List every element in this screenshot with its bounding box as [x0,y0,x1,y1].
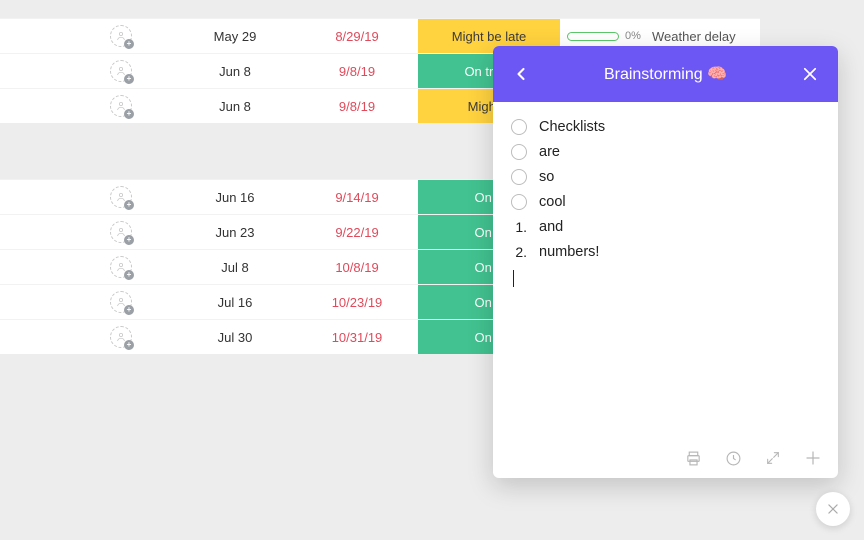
checklist-text: so [539,169,554,185]
assignee-cell[interactable]: + [0,221,174,243]
assignee-cell[interactable]: + [0,95,174,117]
checkbox-icon[interactable] [511,194,527,210]
due-date-cell[interactable]: 9/14/19 [296,190,418,205]
checklist-item[interactable]: are [511,139,820,164]
add-icon[interactable] [804,449,822,467]
assignee-placeholder-icon[interactable]: + [110,25,132,47]
numbered-text: and [539,219,563,235]
due-date-cell[interactable]: 9/8/19 [296,99,418,114]
checklist-item[interactable]: so [511,164,820,189]
due-date-cell[interactable]: 9/22/19 [296,225,418,240]
plus-badge-icon: + [124,109,134,119]
brainstorming-panel: Brainstorming 🧠 Checklists are so cool 1. and… [493,46,838,478]
plus-badge-icon: + [124,305,134,315]
checkbox-icon[interactable] [511,169,527,185]
checkbox-icon[interactable] [511,119,527,135]
close-panel-button[interactable] [796,60,824,88]
start-date-cell[interactable]: Jul 16 [174,295,296,310]
assignee-cell[interactable]: + [0,291,174,313]
assignee-cell[interactable]: + [0,25,174,47]
due-date-cell[interactable]: 10/8/19 [296,260,418,275]
start-date-cell[interactable]: May 29 [174,29,296,44]
close-overlay-button[interactable] [816,492,850,526]
due-date-cell[interactable]: 8/29/19 [296,29,418,44]
assignee-placeholder-icon[interactable]: + [110,186,132,208]
expand-icon[interactable] [764,449,782,467]
panel-title: Brainstorming 🧠 [535,64,796,84]
plus-badge-icon: + [124,340,134,350]
text-caret-icon [513,270,514,287]
assignee-placeholder-icon[interactable]: + [110,291,132,313]
start-date-cell[interactable]: Jun 16 [174,190,296,205]
plus-badge-icon: + [124,74,134,84]
plus-badge-icon: + [124,235,134,245]
panel-body[interactable]: Checklists are so cool 1. and 2. numbers! [493,102,838,444]
due-date-cell[interactable]: 10/31/19 [296,330,418,345]
editor-cursor-line[interactable] [511,264,820,291]
plus-badge-icon: + [124,39,134,49]
assignee-cell[interactable]: + [0,326,174,348]
checkbox-icon[interactable] [511,144,527,160]
progress-percent: 0% [625,30,641,42]
number-marker: 1. [511,219,527,235]
note-cell[interactable]: Weather delay [648,29,760,44]
assignee-cell[interactable]: + [0,60,174,82]
assignee-placeholder-icon[interactable]: + [110,221,132,243]
panel-header: Brainstorming 🧠 [493,46,838,102]
plus-badge-icon: + [124,270,134,280]
checklist-item[interactable]: cool [511,189,820,214]
start-date-cell[interactable]: Jun 23 [174,225,296,240]
checklist-text: Checklists [539,119,605,135]
start-date-cell[interactable]: Jul 8 [174,260,296,275]
start-date-cell[interactable]: Jun 8 [174,99,296,114]
assignee-cell[interactable]: + [0,256,174,278]
number-marker: 2. [511,244,527,260]
plus-badge-icon: + [124,200,134,210]
numbered-item[interactable]: 2. numbers! [511,239,820,264]
assignee-placeholder-icon[interactable]: + [110,95,132,117]
assignee-placeholder-icon[interactable]: + [110,326,132,348]
assignee-placeholder-icon[interactable]: + [110,60,132,82]
back-button[interactable] [507,60,535,88]
numbered-item[interactable]: 1. and [511,214,820,239]
due-date-cell[interactable]: 10/23/19 [296,295,418,310]
progress-cell[interactable]: 0% [560,30,648,42]
assignee-cell[interactable]: + [0,186,174,208]
history-icon[interactable] [724,449,742,467]
panel-footer [493,444,838,478]
checklist-text: are [539,144,560,160]
due-date-cell[interactable]: 9/8/19 [296,64,418,79]
start-date-cell[interactable]: Jun 8 [174,64,296,79]
checklist-text: cool [539,194,566,210]
assignee-placeholder-icon[interactable]: + [110,256,132,278]
numbered-text: numbers! [539,244,599,260]
start-date-cell[interactable]: Jul 30 [174,330,296,345]
checklist-item[interactable]: Checklists [511,114,820,139]
print-icon[interactable] [684,449,702,467]
